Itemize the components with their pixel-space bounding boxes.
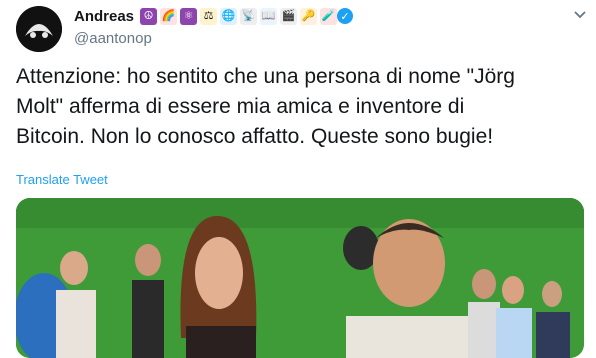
- test-tube-icon: 🧪: [320, 7, 338, 25]
- display-name[interactable]: Andreas: [74, 8, 134, 25]
- translate-tweet-link[interactable]: Translate Tweet: [16, 172, 108, 187]
- tweet-text: Attenzione: ho sentito che una persona d…: [16, 65, 515, 148]
- atom-icon: ⚛: [180, 7, 198, 25]
- display-name-row: Andreas ☮ 🌈 ⚛ ⚖ 🌐 📡 📖 🎬 🔑 🧪 ✓: [74, 7, 354, 25]
- avatar[interactable]: [16, 6, 62, 52]
- photo-illustration: [16, 198, 584, 358]
- satellite-icon: 📡: [240, 7, 258, 25]
- scales-icon: ⚖: [200, 7, 218, 25]
- book-icon: 📖: [260, 7, 278, 25]
- globe-icon: 🌐: [220, 7, 238, 25]
- handle[interactable]: @aantonop: [74, 30, 353, 47]
- verified-badge-icon: ✓: [337, 8, 354, 24]
- rainbow-icon: 🌈: [160, 7, 178, 25]
- author-names: Andreas ☮ 🌈 ⚛ ⚖ 🌐 📡 📖 🎬 🔑 🧪 ✓ @aantonop: [74, 7, 354, 47]
- chevron-down-icon[interactable]: [574, 8, 586, 22]
- key-icon: 🔑: [300, 7, 318, 25]
- tweet-photo[interactable]: [16, 198, 584, 358]
- peace-icon: ☮: [140, 7, 158, 25]
- name-emojis: ☮ 🌈 ⚛ ⚖ 🌐 📡 📖 🎬 🔑 🧪: [140, 7, 338, 25]
- clapper-icon: 🎬: [280, 7, 298, 25]
- tweet-header: Andreas ☮ 🌈 ⚛ ⚖ 🌐 📡 📖 🎬 🔑 🧪 ✓ @aantonop: [16, 6, 586, 52]
